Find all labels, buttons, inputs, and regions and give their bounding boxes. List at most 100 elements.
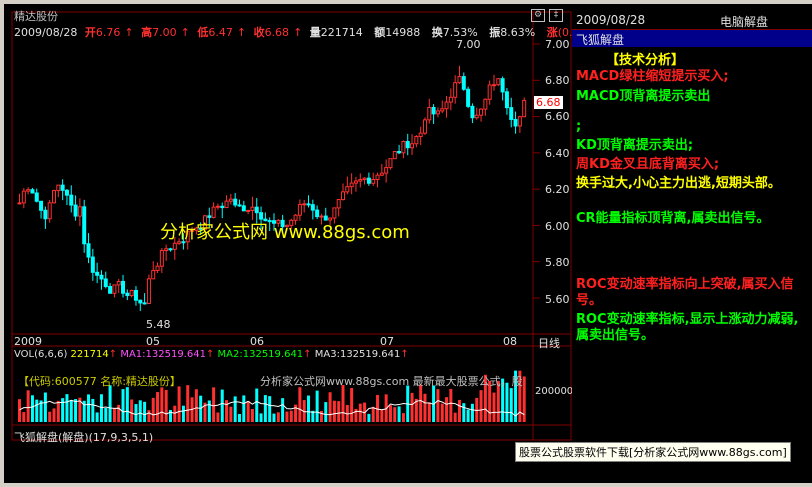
candle-body [448, 96, 453, 103]
volume-bar [212, 387, 216, 422]
candle-body [431, 106, 436, 115]
panel-subtitle-bar[interactable]: 飞狐解盘 [572, 30, 812, 47]
volume-bar [48, 411, 52, 422]
amp-label: 振 [489, 26, 501, 39]
candle-body [315, 209, 320, 218]
price-tick: 5.80 [545, 256, 570, 269]
candle-body [241, 205, 246, 212]
price-tick: 6.60 [545, 110, 570, 123]
candle-body [427, 106, 432, 121]
volume-bar [272, 413, 276, 422]
candle-body [371, 178, 376, 184]
vol-ma2: MA2:132519.641 [217, 349, 304, 360]
vol-ma1: MA1:132519.641 [120, 349, 206, 360]
candle-body [366, 177, 371, 184]
volume-bar [410, 392, 414, 422]
candle-body [487, 84, 492, 100]
volume-bar [341, 385, 345, 422]
candle-body [138, 299, 143, 304]
candle-body [172, 242, 177, 250]
amp-value: 8.63% [500, 26, 536, 39]
volume-bar [237, 413, 241, 422]
candle-body [250, 206, 255, 212]
candle-body [95, 271, 100, 276]
stock-name: 精达股份 [14, 10, 58, 23]
volume-bar [194, 389, 198, 422]
signal-line: MACD绿柱缩短提示买入; [576, 69, 729, 84]
quote-bar: 2009/08/28 开6.76 ↑ 高7.00 ↑ 低6.47 ↑ 收6.68 ↑ 量… [14, 24, 599, 40]
candle-body [103, 278, 108, 288]
candle-body [453, 82, 458, 98]
candle-body [86, 243, 91, 258]
candle-body [211, 206, 216, 218]
candle-body [345, 186, 350, 193]
signal-line: 换手过大,小心主力出逃,短期头部。 [576, 176, 781, 191]
candle-body [69, 194, 74, 206]
volume-bar [298, 387, 302, 422]
high-value: 7.00 [152, 26, 177, 39]
volume-bar [380, 409, 384, 422]
candle-body [116, 280, 121, 286]
candle-body [353, 180, 358, 184]
candle-body [509, 107, 514, 120]
candle-body [47, 202, 52, 220]
candle-body [43, 209, 48, 220]
volume-bar [26, 390, 30, 422]
volume-bar [229, 406, 233, 422]
candle-body [34, 192, 39, 202]
volume-bar [492, 392, 496, 422]
panel-title: 电脑解盘 [720, 15, 769, 29]
price-tick: 6.40 [545, 147, 570, 160]
vol-value: 221714 [320, 26, 363, 39]
signal-line: ; [576, 119, 582, 134]
time-label: 06 [250, 335, 264, 348]
analysis-header: 【技术分析】 [606, 53, 685, 68]
settings-icon[interactable]: ⚙ [531, 9, 545, 22]
candle-body [237, 204, 242, 207]
volume-bar [350, 387, 354, 422]
current-price-marker: 6.68 [534, 96, 563, 109]
candle-body [297, 203, 302, 216]
volume-bar [388, 405, 392, 422]
candle-body [30, 189, 35, 194]
analysis-panel: 2009/08/28 电脑解盘 飞狐解盘 【技术分析】 MACD绿柱缩短提示买入… [572, 12, 812, 440]
volume-bar [216, 412, 220, 422]
volume-bar [466, 409, 470, 422]
zoom-icon[interactable]: ‡ [549, 9, 563, 22]
volume-bar [436, 389, 440, 422]
volume-bar [255, 388, 259, 422]
volume-bar [358, 403, 362, 422]
candle-body [82, 206, 87, 245]
period-button[interactable]: 日线 [538, 335, 560, 351]
volume-bar [143, 401, 147, 422]
volume-bar [225, 400, 229, 422]
candle-body [358, 179, 363, 182]
volume-bar [289, 410, 293, 422]
candle-body [517, 116, 522, 127]
stock-code-line: 【代码:600577 名称:精达股份】 [18, 375, 181, 388]
price-tick: 6.20 [545, 183, 570, 196]
candle-body [302, 203, 307, 206]
volume-bar [285, 411, 289, 422]
candle-body [341, 191, 346, 201]
candle-body [133, 289, 138, 301]
price-tick: 6.00 [545, 220, 570, 233]
volume-bar [108, 385, 112, 422]
candle-body [121, 280, 126, 294]
volume-bar [332, 400, 336, 422]
vol-label: 量 [309, 26, 321, 39]
candle-body [39, 200, 44, 211]
volume-bar [315, 390, 319, 422]
signal-line: ROC变动速率指标向上突破,属买入信号。 [576, 277, 794, 308]
volume-bar [87, 394, 91, 422]
volume-bar [307, 395, 311, 422]
candle-body [375, 174, 380, 180]
volume-bar [156, 392, 160, 422]
candle-body [435, 110, 440, 115]
footer-download-link[interactable]: 股票公式股票软件下载[分析家公式网www.88gs.com] [515, 442, 791, 462]
volume-bar [371, 406, 375, 422]
volume-bar [74, 399, 78, 422]
volume-bar [397, 406, 401, 422]
volume-bar [319, 410, 323, 422]
candle-body [246, 210, 251, 213]
